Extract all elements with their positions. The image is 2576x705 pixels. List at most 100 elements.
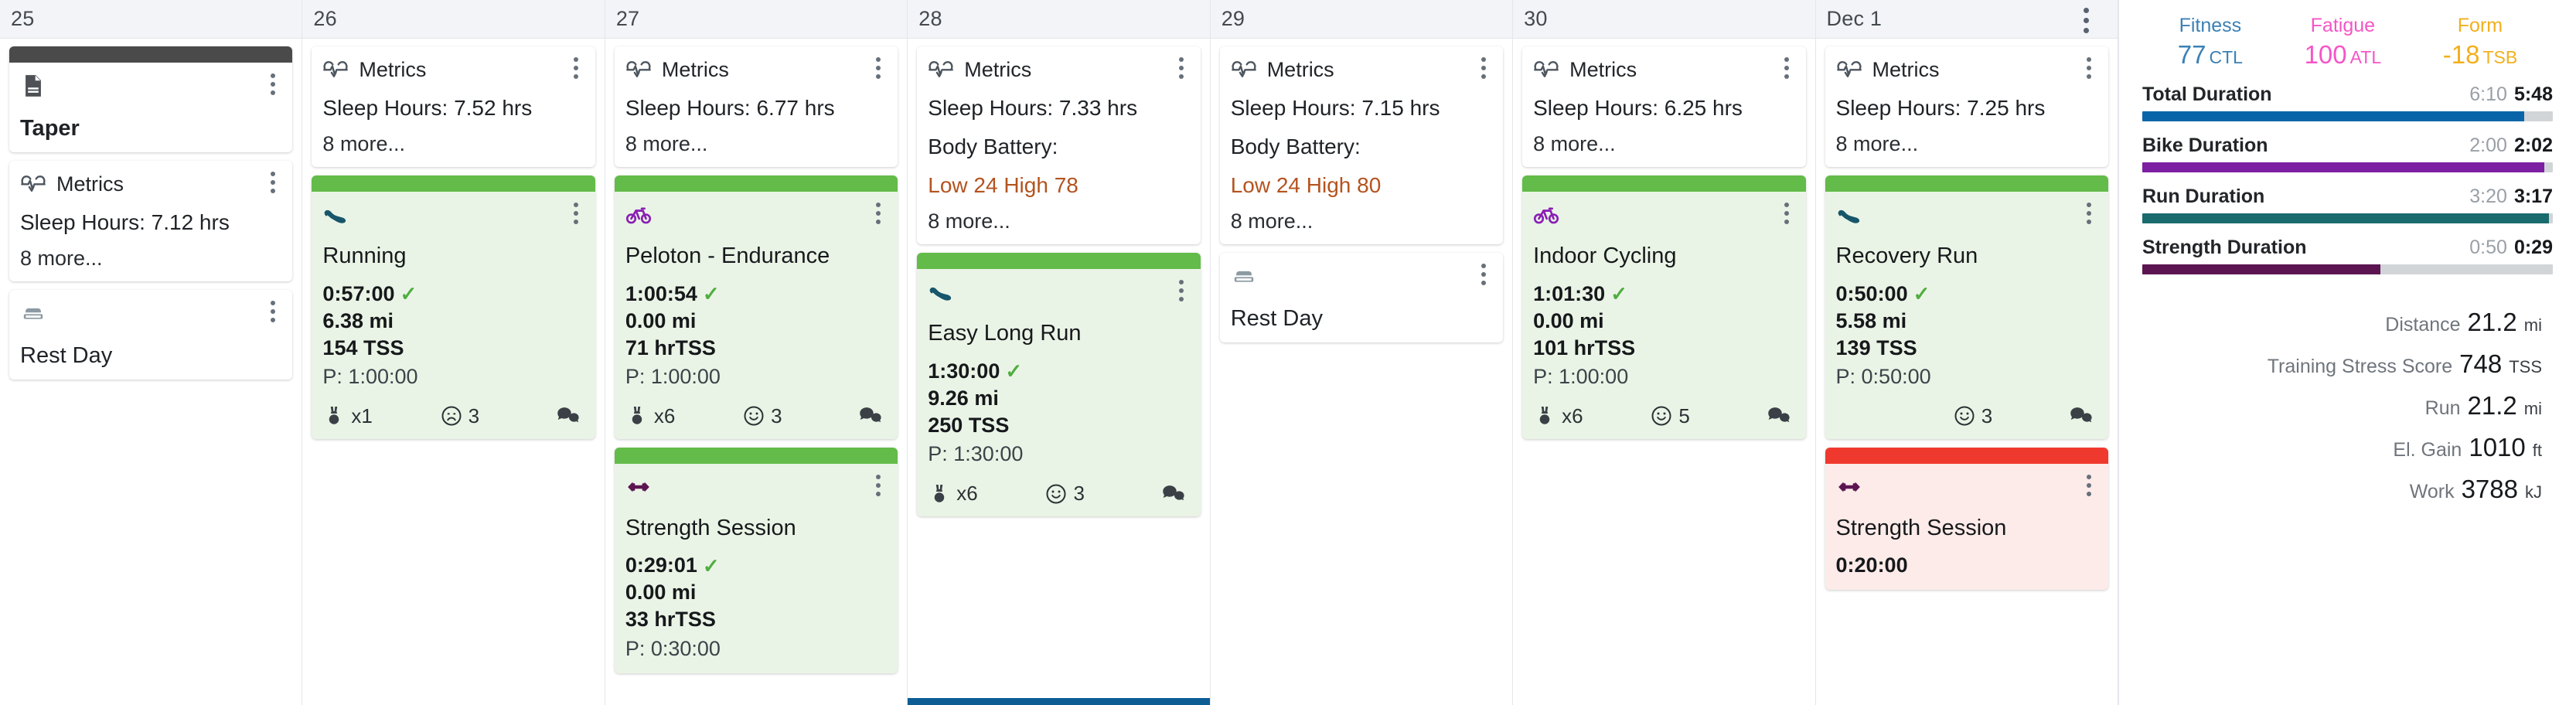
workout-card-menu[interactable] — [870, 202, 887, 225]
metrics-more-link[interactable]: 8 more... — [20, 247, 281, 271]
workout-card[interactable]: Peloton - Endurance 1:00:54 ✓ 0.00 mi 71 hrT… — [614, 175, 898, 439]
pmc-chip[interactable]: Form -18 TSB — [2443, 14, 2517, 70]
workout-duration: 0:20:00 — [1836, 552, 2097, 579]
workout-card-menu[interactable] — [2080, 474, 2097, 497]
metrics-card[interactable]: Metrics Sleep Hours: 7.15 hrs Body Battery… — [1219, 46, 1504, 245]
workout-medal-group[interactable]: x6 — [928, 482, 1044, 506]
day-header[interactable]: 26 — [302, 0, 605, 39]
workout-card[interactable]: Easy Long Run 1:30:00 ✓ 9.26 mi 250 TSS P: 1:… — [917, 253, 1201, 517]
workout-medal-group[interactable]: x1 — [322, 404, 439, 428]
kebab-dot — [271, 318, 276, 323]
smiling-face-icon — [742, 404, 765, 427]
smiling-face-icon — [1953, 404, 1976, 427]
running-shoe-icon — [1836, 202, 1862, 228]
metrics-card-menu[interactable] — [1778, 56, 1795, 80]
kebab-dot — [271, 172, 276, 176]
workout-comments-group[interactable] — [1767, 404, 1791, 427]
workout-comments-group[interactable] — [859, 404, 882, 427]
metrics-card[interactable]: Metrics Sleep Hours: 7.12 hrs 8 more... — [9, 161, 293, 282]
workout-comments-group[interactable] — [557, 404, 580, 427]
bicycle-icon — [625, 202, 652, 228]
metrics-source-label: Metrics — [661, 57, 729, 81]
workout-comments-group[interactable] — [1162, 482, 1185, 506]
dumbbell-icon — [625, 474, 652, 500]
workout-medal-group[interactable]: x6 — [625, 404, 742, 428]
workout-feel-rating: 5 — [1678, 404, 1690, 427]
workout-title: Strength Session — [625, 515, 796, 540]
day-header[interactable]: 27 — [605, 0, 908, 39]
workout-card-menu[interactable] — [1173, 279, 1190, 302]
kebab-dot — [2086, 203, 2091, 208]
metrics-card-menu[interactable] — [2080, 56, 2097, 80]
duration-label: Strength Duration — [2142, 237, 2307, 258]
workout-card-menu[interactable] — [2080, 202, 2097, 225]
workout-card[interactable]: Strength Session 0:29:01 ✓ 0.00 mi 33 hrTSS P… — [614, 447, 898, 673]
day-date-label: 28 — [918, 7, 942, 30]
rest-day-card[interactable]: Rest Day — [1219, 253, 1504, 343]
workout-card-menu[interactable] — [1778, 202, 1795, 225]
comment-bubbles-icon — [1767, 404, 1791, 427]
rest-day-card-body: Rest Day — [9, 290, 292, 380]
rest-day-card-menu[interactable] — [1475, 263, 1492, 286]
metrics-more-link[interactable]: 8 more... — [1533, 132, 1794, 156]
metrics-more-link[interactable]: 8 more... — [625, 132, 887, 156]
metric-line: Sleep Hours: 7.52 hrs — [322, 96, 533, 120]
metrics-card[interactable]: Metrics Sleep Hours: 6.77 hrs 8 more... — [614, 46, 898, 168]
metrics-card[interactable]: Metrics Sleep Hours: 6.25 hrs 8 more... — [1522, 46, 1806, 168]
rest-day-card[interactable]: Rest Day — [9, 290, 293, 380]
metrics-source: Metrics — [322, 56, 426, 83]
metrics-more-link[interactable]: 8 more... — [1231, 209, 1492, 233]
metric-line: Body Battery: — [1230, 135, 1361, 159]
workout-distance: 6.38 mi — [322, 308, 394, 332]
workout-feel-group[interactable]: 3 — [1044, 482, 1161, 506]
note-card-menu[interactable] — [264, 73, 281, 96]
day-header[interactable]: 30 — [1513, 0, 1815, 39]
metrics-more-link[interactable]: 8 more... — [322, 132, 584, 156]
workout-card[interactable]: Indoor Cycling 1:01:30 ✓ 0.00 mi 101 hrTSS P:… — [1522, 175, 1806, 439]
workout-card[interactable]: Recovery Run 0:50:00 ✓ 5.58 mi 139 TSS P: 0:5… — [1825, 175, 2108, 439]
metrics-card-menu[interactable] — [870, 56, 887, 80]
workout-card[interactable]: Strength Session 0:20:00 — [1825, 447, 2108, 591]
day-card-stack: Metrics Sleep Hours: 6.25 hrs 8 more... Ind… — [1513, 39, 1814, 705]
workout-feel-group[interactable]: 3 — [1953, 404, 2070, 428]
duration-label: Bike Duration — [2142, 135, 2268, 156]
summary-overflow-menu[interactable] — [2084, 8, 2089, 33]
workout-feel-group[interactable]: 3 — [742, 404, 859, 428]
metrics-card-menu[interactable] — [1475, 56, 1492, 80]
metrics-card[interactable]: Metrics Sleep Hours: 7.52 hrs 8 more... — [312, 46, 595, 168]
note-card[interactable]: Taper — [9, 46, 293, 152]
workout-card-footer: x6 5 — [1533, 404, 1794, 428]
metrics-more-link[interactable]: 8 more... — [928, 209, 1189, 233]
workout-card-menu[interactable] — [870, 474, 887, 497]
day-header[interactable]: 25 — [0, 0, 302, 39]
workout-planned-duration: P: 0:30:00 — [625, 636, 721, 660]
metrics-card-menu[interactable] — [567, 56, 584, 80]
metrics-source-label: Metrics — [964, 57, 1032, 81]
rest-day-card-header — [1231, 263, 1492, 289]
workout-feel-group[interactable]: 3 — [440, 404, 557, 428]
day-header[interactable]: Dec 1 — [1815, 0, 2118, 39]
document-icon — [20, 73, 46, 99]
metrics-card[interactable]: Metrics Sleep Hours: 7.33 hrs Body Battery… — [917, 46, 1201, 245]
note-card-title: Taper — [20, 116, 80, 141]
metrics-card[interactable]: Metrics Sleep Hours: 7.25 hrs 8 more... — [1825, 46, 2108, 168]
workout-duration-value: 0:50:00 — [1835, 281, 1908, 305]
pmc-chip[interactable]: Fatigue 100 ATL — [2305, 14, 2382, 70]
workout-card-menu[interactable] — [567, 202, 584, 225]
day-header[interactable]: 29 — [1210, 0, 1513, 39]
rest-day-card-menu[interactable] — [264, 300, 281, 323]
workout-card[interactable]: Running 0:57:00 ✓ 6.38 mi 154 TSS P: 1:00:00 x… — [312, 175, 595, 439]
day-date-label: 29 — [1221, 7, 1245, 30]
day-header[interactable]: 28 — [908, 0, 1210, 39]
summary-stat-value: 21.2 — [2467, 308, 2517, 336]
kebab-dot — [2084, 8, 2089, 13]
metrics-card-menu[interactable] — [1173, 56, 1190, 80]
workout-feel-group[interactable]: 5 — [1650, 404, 1767, 428]
workout-comments-group[interactable] — [2070, 404, 2093, 427]
metrics-card-menu[interactable] — [264, 171, 281, 194]
workout-medal-group[interactable]: x6 — [1533, 404, 1650, 428]
metrics-more-link[interactable]: 8 more... — [1836, 132, 2097, 156]
workout-planned-duration: P: 1:00:00 — [322, 364, 418, 388]
pmc-chip[interactable]: Fitness 77 CTL — [2178, 14, 2243, 70]
metric-line: Sleep Hours: 7.12 hrs — [20, 210, 230, 234]
